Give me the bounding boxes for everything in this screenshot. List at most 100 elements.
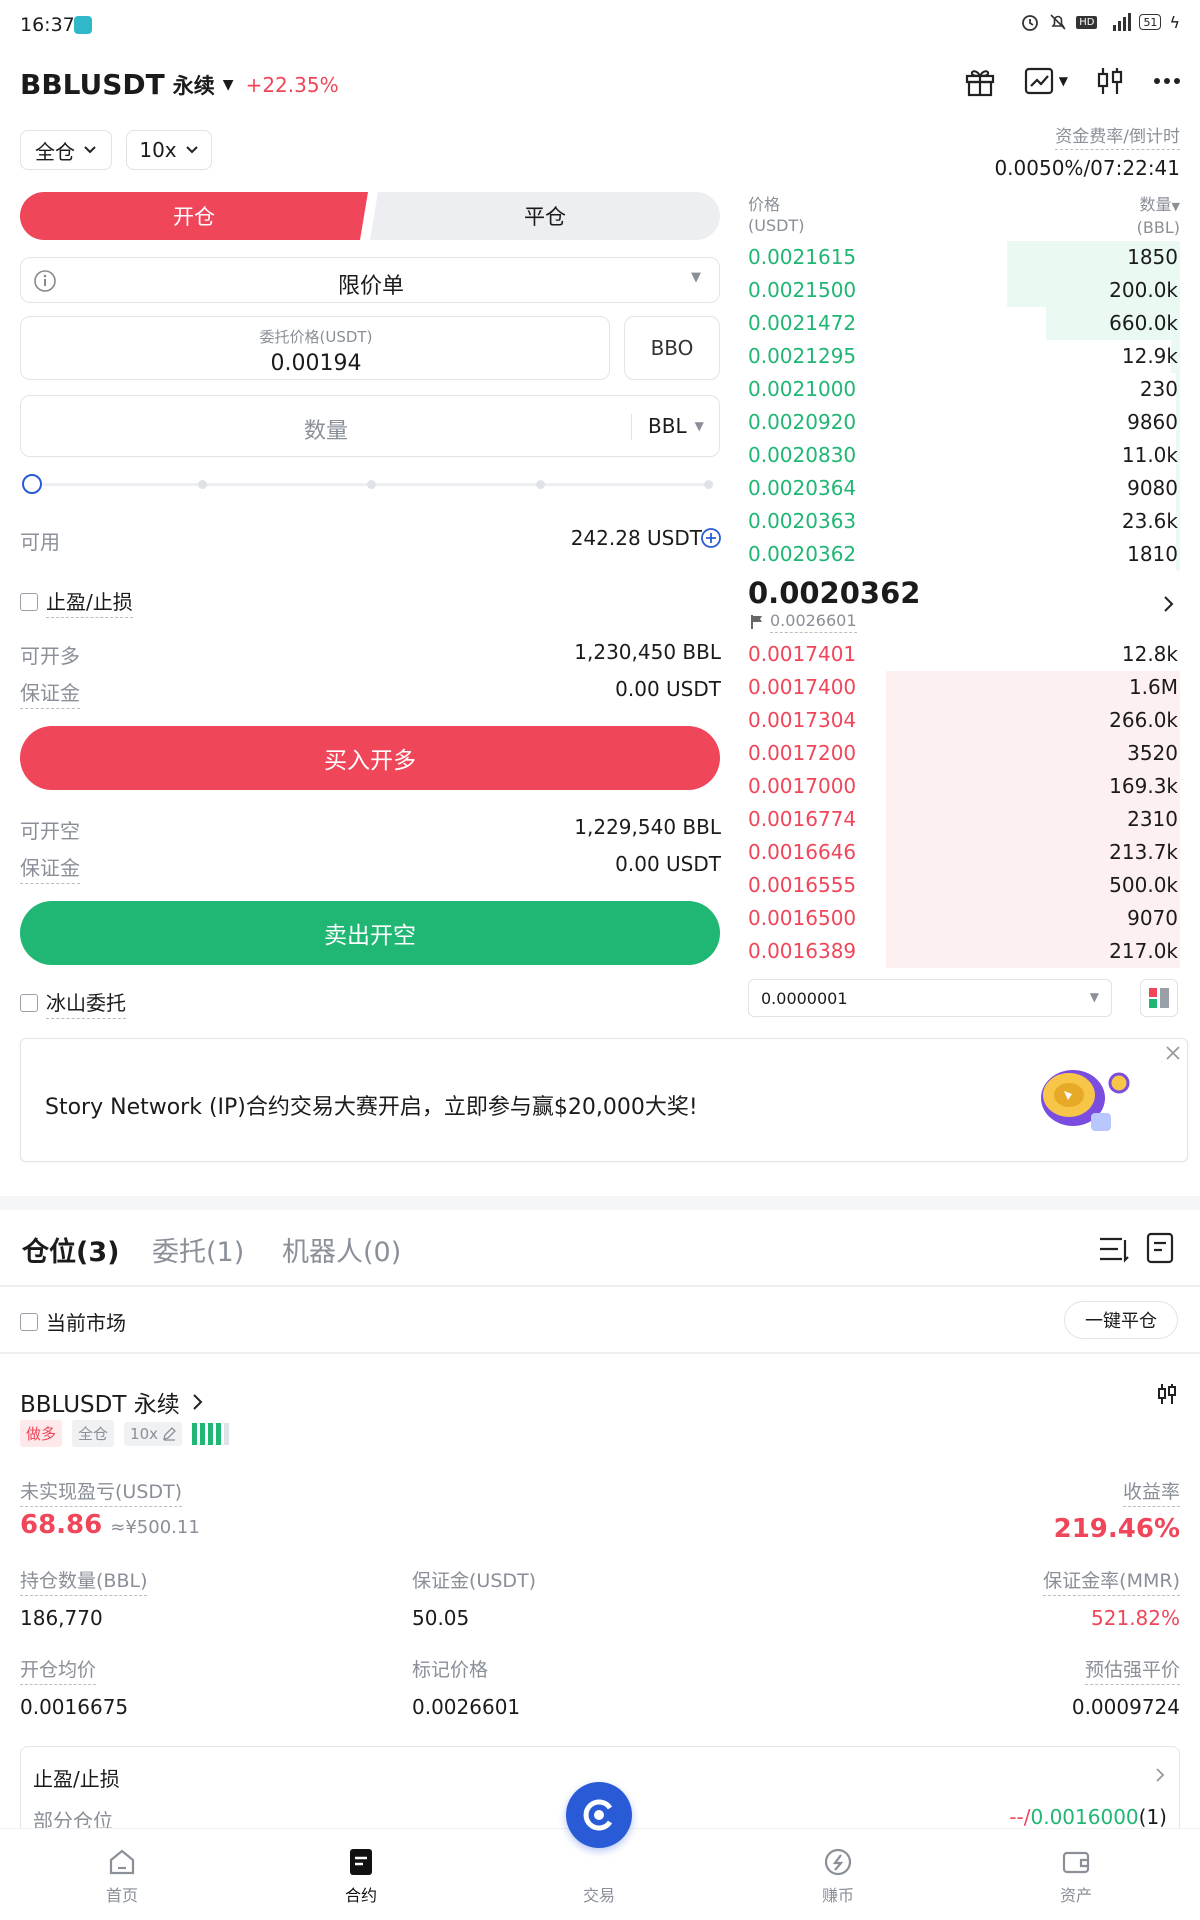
quantity-slider[interactable] [22,472,718,496]
chart-toggle[interactable]: ▼ [1023,65,1068,97]
nav-home[interactable]: 首页 [62,1846,182,1906]
more-icon[interactable] [1152,66,1182,96]
order-price: 0.0017304 [748,708,857,732]
nav-earn[interactable]: 赚币 [778,1846,898,1906]
size-label: 持仓数量(BBL) [20,1566,148,1596]
order-qty: 9860 [1127,410,1178,434]
bbo-button[interactable]: BBO [624,316,720,380]
order-qty: 23.6k [1121,509,1178,533]
short-available-value: 1,229,540 BBL [574,815,721,839]
order-qty: 2310 [1127,807,1178,831]
quantity-field[interactable]: 数量 BBL ▼ [20,395,720,457]
bid-row[interactable]: 0.0017000 169.3k [748,770,1180,803]
mode-badge: 全仓 [72,1420,115,1447]
position-symbol[interactable]: BBLUSDT 永续 [20,1385,204,1419]
chevron-right-icon [1156,1768,1165,1782]
iceberg-toggle[interactable]: 冰山委托 [20,987,126,1019]
nav-assets[interactable]: 资产 [1016,1846,1136,1906]
short-margin-value: 0.00 USDT [615,852,721,876]
ask-row[interactable]: 0.0020362 1810 [748,538,1180,571]
roe-label: 收益率 [1122,1477,1180,1507]
header-actions: ▼ [963,64,1182,98]
order-qty: 1810 [1127,542,1178,566]
tab-bots[interactable]: 机器人(0) [282,1230,401,1269]
chevron-right-icon[interactable] [1162,594,1176,614]
transfer-plus-icon[interactable] [700,527,722,549]
order-price: 0.0017200 [748,741,857,765]
order-type-select[interactable]: 限价单 ▼ [20,257,720,303]
bid-row[interactable]: 0.0017304 266.0k [748,704,1180,737]
ask-row[interactable]: 0.0020364 9080 [748,472,1180,505]
ask-row[interactable]: 0.0021472 660.0k [748,307,1180,340]
promo-text: Story Network (IP)合约交易大赛开启，立即参与赢$20,000大… [45,1095,698,1120]
bid-row[interactable]: 0.0016389 217.0k [748,935,1180,968]
price-field-label: 委托价格(USDT) [259,328,373,346]
nav-trade[interactable]: 交易 [539,1846,659,1906]
precision-value: 0.0000001 [761,989,848,1008]
ask-row[interactable]: 0.0021500 200.0k [748,274,1180,307]
buy-long-button[interactable]: 买入开多 [20,726,720,790]
tab-orders[interactable]: 委托(1) [152,1230,244,1269]
slider-step [704,480,713,489]
long-available-label: 可开多 [20,644,80,668]
bid-row[interactable]: 0.0016555 500.0k [748,869,1180,902]
ask-row[interactable]: 0.0020363 23.6k [748,505,1180,538]
bid-row[interactable]: 0.0016774 2310 [748,803,1180,836]
orderbook-layout-button[interactable] [1140,979,1178,1017]
funding-info[interactable]: 资金费率/倒计时 0.0050%/07:22:41 [994,122,1180,180]
tpsl-toggle[interactable]: 止盈/止损 [20,586,133,618]
chart-icon [1024,67,1053,95]
orderbook-layout-icon [1149,988,1169,1008]
close-all-button[interactable]: 一键平仓 [1064,1301,1178,1339]
leverage-badge[interactable]: 10x [124,1421,182,1446]
iceberg-checkbox[interactable] [20,994,38,1012]
history-doc-icon[interactable] [1145,1232,1175,1264]
precision-select[interactable]: 0.0000001 ▼ [748,979,1112,1017]
bid-row[interactable]: 0.0017400 1.6M [748,671,1180,704]
quantity-unit-select[interactable]: BBL ▼ [648,414,704,438]
ask-row[interactable]: 0.0021615 1850 [748,241,1180,274]
tpsl-checkbox[interactable] [20,593,38,611]
orderbook-qty-header[interactable]: 数量▼ (BBL) [1137,194,1180,238]
nav-futures[interactable]: 合约 [301,1846,421,1906]
bid-row[interactable]: 0.0016646 213.7k [748,836,1180,869]
tab-close[interactable]: 平仓 [370,192,720,240]
pnl-value: 68.86 [20,1510,103,1540]
tab-open[interactable]: 开仓 [20,192,368,240]
order-qty: 9070 [1127,906,1178,930]
bid-row[interactable]: 0.0016500 9070 [748,902,1180,935]
ask-row[interactable]: 0.0020830 11.0k [748,439,1180,472]
ask-row[interactable]: 0.0021295 12.9k [748,340,1180,373]
trade-fab[interactable] [566,1782,632,1848]
caret-down-icon: ▼ [1089,990,1099,1004]
order-qty: 200.0k [1109,278,1178,302]
sell-short-button[interactable]: 卖出开空 [20,901,720,965]
leverage-value: 10x [139,138,177,162]
symbol-selector[interactable]: BBLUSDT 永续 ▼ +22.35% [20,68,339,101]
adl-indicator [192,1422,229,1445]
promo-banner[interactable]: Story Network (IP)合约交易大赛开启，立即参与赢$20,000大… [20,1038,1188,1162]
signal-icon [1113,13,1132,31]
ask-row[interactable]: 0.0021000 230 [748,373,1180,406]
current-market-checkbox[interactable] [20,1312,38,1331]
entry-value: 0.0016675 [20,1695,129,1719]
margin-mode-select[interactable]: 全仓 [20,130,112,170]
price-field[interactable]: 委托价格(USDT) 0.00194 [20,316,610,380]
ask-row[interactable]: 0.0020920 9860 [748,406,1180,439]
order-qty: 3520 [1127,741,1178,765]
price-field-value: 0.00194 [270,351,362,376]
slider-handle[interactable] [22,474,42,494]
candlestick-icon[interactable] [1155,1382,1179,1406]
leverage-select[interactable]: 10x [126,130,212,170]
order-price: 0.0017401 [748,642,857,666]
order-price: 0.0016389 [748,939,857,963]
close-icon[interactable] [1165,1045,1181,1061]
tab-positions[interactable]: 仓位(3) [22,1230,119,1269]
bid-row[interactable]: 0.0017401 12.8k [748,638,1180,671]
caret-down-icon: ▼ [691,270,701,285]
gift-icon[interactable] [963,64,997,98]
current-market-toggle[interactable]: 当前市场 [20,1307,126,1336]
candlestick-icon[interactable] [1094,65,1126,97]
bid-row[interactable]: 0.0017200 3520 [748,737,1180,770]
filter-sort-icon[interactable] [1098,1234,1130,1264]
